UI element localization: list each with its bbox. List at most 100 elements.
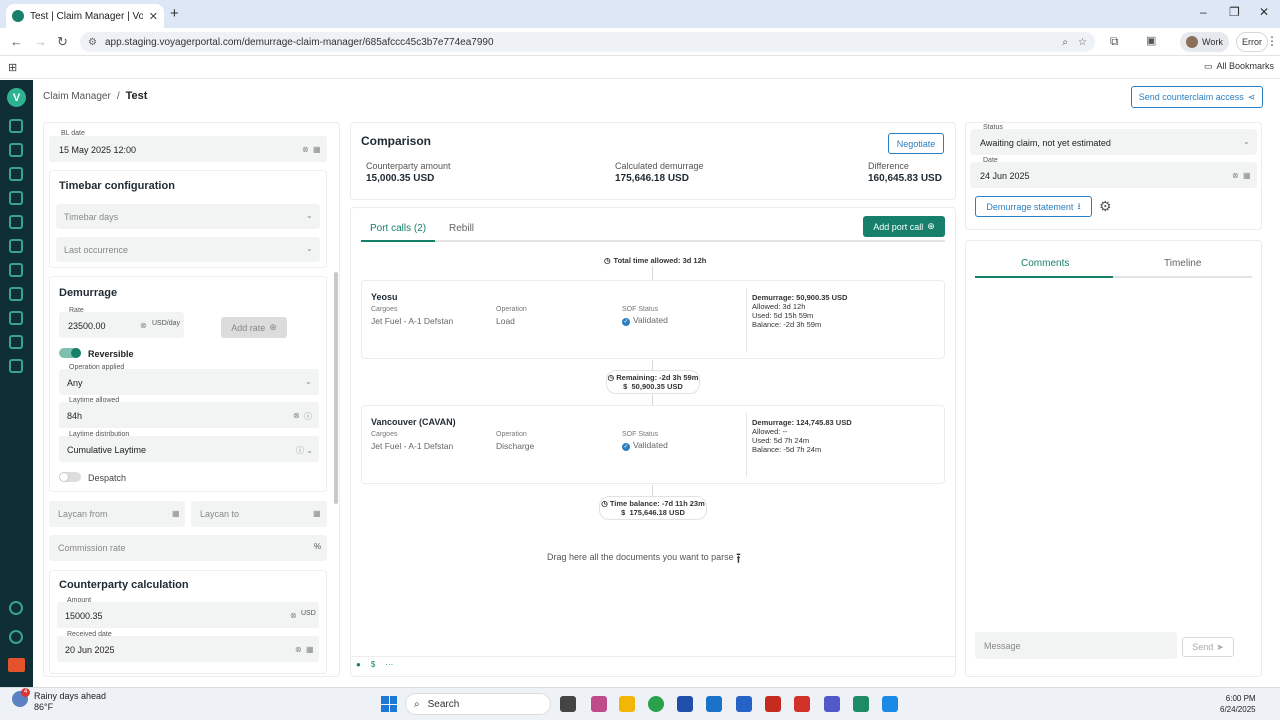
taskbar-clock[interactable]: 6:00 PM 6/24/2025: [1220, 693, 1256, 715]
team-icon[interactable]: [9, 311, 23, 325]
app-icon[interactable]: [706, 696, 722, 712]
cargo-icon[interactable]: [9, 215, 23, 229]
calendar-icon[interactable]: ▦: [172, 509, 180, 518]
tab-search-icon[interactable]: ▣: [1146, 34, 1156, 47]
panel-scrollbar[interactable]: [334, 272, 338, 504]
apps-grid-icon[interactable]: ⊞: [8, 61, 17, 74]
clock-icon[interactable]: ●: [356, 660, 361, 669]
remaining-value: Remaining: -2d 3h 59m: [616, 373, 699, 382]
bookmark-star-icon[interactable]: ☆: [1078, 37, 1087, 48]
settings-person-icon[interactable]: [9, 335, 23, 349]
upload-icon[interactable]: ⭱: [736, 548, 741, 572]
cargoes-value: Jet Fuel - A-1 Defstan: [371, 441, 454, 451]
browser-menu-icon[interactable]: ⋮: [1266, 34, 1278, 48]
demurrage-statement-button[interactable]: Demurrage statement ⭳: [975, 196, 1092, 217]
url-omnibox[interactable]: ⚙ app.staging.voyagerportal.com/demurrag…: [80, 32, 1095, 52]
counterparty-title: Counterparty calculation: [59, 579, 189, 591]
error-button[interactable]: Error: [1236, 32, 1268, 52]
app-icon[interactable]: [882, 696, 898, 712]
tab-timeline[interactable]: Timeline: [1164, 258, 1201, 269]
contracts-icon[interactable]: [9, 167, 23, 181]
site-info-icon[interactable]: ⚙: [88, 37, 97, 48]
app-icon[interactable]: [765, 696, 781, 712]
operation-applied-select[interactable]: [59, 369, 319, 395]
gear-icon[interactable]: ⚙: [1099, 198, 1112, 215]
profile-button[interactable]: Work: [1180, 32, 1229, 52]
calendar-icon[interactable]: ▦: [306, 645, 314, 654]
file-explorer-icon[interactable]: [619, 696, 635, 712]
reload-icon[interactable]: ↻: [57, 34, 68, 50]
tab-rebill[interactable]: Rebill: [449, 223, 474, 234]
breadcrumb-claim-manager[interactable]: Claim Manager: [43, 91, 111, 102]
reversible-toggle[interactable]: [59, 348, 81, 358]
chevron-down-icon: ⌄: [306, 244, 313, 253]
windows-start-icon[interactable]: [381, 696, 397, 712]
rate-label: Rate: [69, 307, 84, 314]
all-bookmarks[interactable]: ▭ All Bookmarks: [1204, 61, 1274, 72]
calendar-icon[interactable]: ▦: [313, 509, 321, 518]
calendar-icon[interactable]: ▦: [313, 145, 321, 154]
new-tab-button[interactable]: +: [170, 5, 179, 22]
send-message-button[interactable]: Send ➤: [1182, 637, 1234, 657]
clear-icon[interactable]: ⊗: [302, 145, 309, 154]
notifications-bell-icon[interactable]: [9, 630, 23, 644]
browser-tab[interactable]: Test | Claim Manager | Voyager ✕: [6, 4, 164, 28]
maximize-button[interactable]: ❐: [1229, 5, 1240, 19]
url-text: app.staging.voyagerportal.com/demurrage-…: [104, 36, 494, 48]
voyager-logo[interactable]: V: [7, 88, 26, 107]
calendar-icon[interactable]: ▦: [1243, 171, 1251, 180]
allowed-time: Allowed: 3d 12h: [752, 302, 806, 311]
company-logo[interactable]: [8, 658, 25, 672]
drop-zone-text[interactable]: Drag here all the documents you want to …: [547, 552, 734, 562]
counterparty-amount-label: Counterparty amount: [366, 161, 451, 171]
reports-icon[interactable]: [9, 359, 23, 373]
counterparty-amount-value: 15,000.35 USD: [366, 173, 435, 184]
tab-title: Test | Claim Manager | Voyager: [30, 10, 143, 22]
weather-widget[interactable]: 4 Rainy days ahead 86°F: [12, 688, 106, 713]
tab-port-calls[interactable]: Port calls (2): [370, 223, 426, 234]
tab-comments[interactable]: Comments: [1021, 258, 1069, 269]
clear-icon[interactable]: ⊗: [293, 411, 300, 420]
despatch-toggle[interactable]: [59, 472, 81, 482]
sof-status-label: SOF Status: [622, 431, 659, 438]
hierarchy-icon[interactable]: [9, 191, 23, 205]
chrome-icon[interactable]: [648, 696, 664, 712]
zoom-icon[interactable]: ⌕: [1062, 37, 1068, 48]
forward-icon[interactable]: →: [34, 34, 47, 49]
user-icon[interactable]: [9, 287, 23, 301]
negotiate-button[interactable]: Negotiate: [888, 133, 944, 154]
app-icon[interactable]: [591, 696, 607, 712]
taskbar-search[interactable]: ⌕ Search: [405, 693, 551, 715]
message-placeholder: Message: [984, 641, 1021, 651]
extensions-icon[interactable]: ⧉: [1110, 34, 1119, 49]
laytime-allowed-field[interactable]: [59, 402, 319, 428]
clear-icon[interactable]: ⊗: [140, 321, 147, 330]
dashboard-icon[interactable]: [9, 119, 23, 133]
minimize-button[interactable]: –: [1200, 5, 1207, 19]
close-window-button[interactable]: ✕: [1259, 5, 1269, 19]
clear-icon[interactable]: ⊗: [1232, 171, 1239, 180]
app-icon[interactable]: [853, 696, 869, 712]
clear-icon[interactable]: ⊗: [295, 645, 302, 654]
add-port-call-button[interactable]: Add port call ⊕: [863, 216, 945, 237]
teams-icon[interactable]: [824, 696, 840, 712]
dollar-icon[interactable]: $: [371, 660, 375, 669]
outlook-icon[interactable]: [736, 696, 752, 712]
task-view-icon[interactable]: [560, 696, 576, 712]
add-rate-button[interactable]: Add rate ⊕: [221, 317, 287, 338]
clear-icon[interactable]: ⊗: [290, 611, 297, 620]
despatch-label: Despatch: [88, 473, 127, 483]
close-tab-icon[interactable]: ✕: [149, 10, 158, 23]
demurrage-summary: Demurrage: 50,900.35 USD Allowed: 3d 12h…: [752, 293, 847, 329]
more-icon[interactable]: ···: [385, 660, 393, 669]
analytics-icon[interactable]: [9, 239, 23, 253]
timebar-title: Timebar configuration: [59, 180, 175, 192]
send-counterclaim-button[interactable]: Send counterclaim access ⋖: [1131, 86, 1263, 108]
acrobat-icon[interactable]: [794, 696, 810, 712]
documents-icon[interactable]: [9, 263, 23, 277]
vessel-icon[interactable]: [9, 143, 23, 157]
chat-icon[interactable]: [9, 601, 23, 615]
app-icon[interactable]: [677, 696, 693, 712]
received-date-value: 20 Jun 2025: [65, 645, 115, 655]
back-icon[interactable]: ←: [10, 34, 23, 49]
